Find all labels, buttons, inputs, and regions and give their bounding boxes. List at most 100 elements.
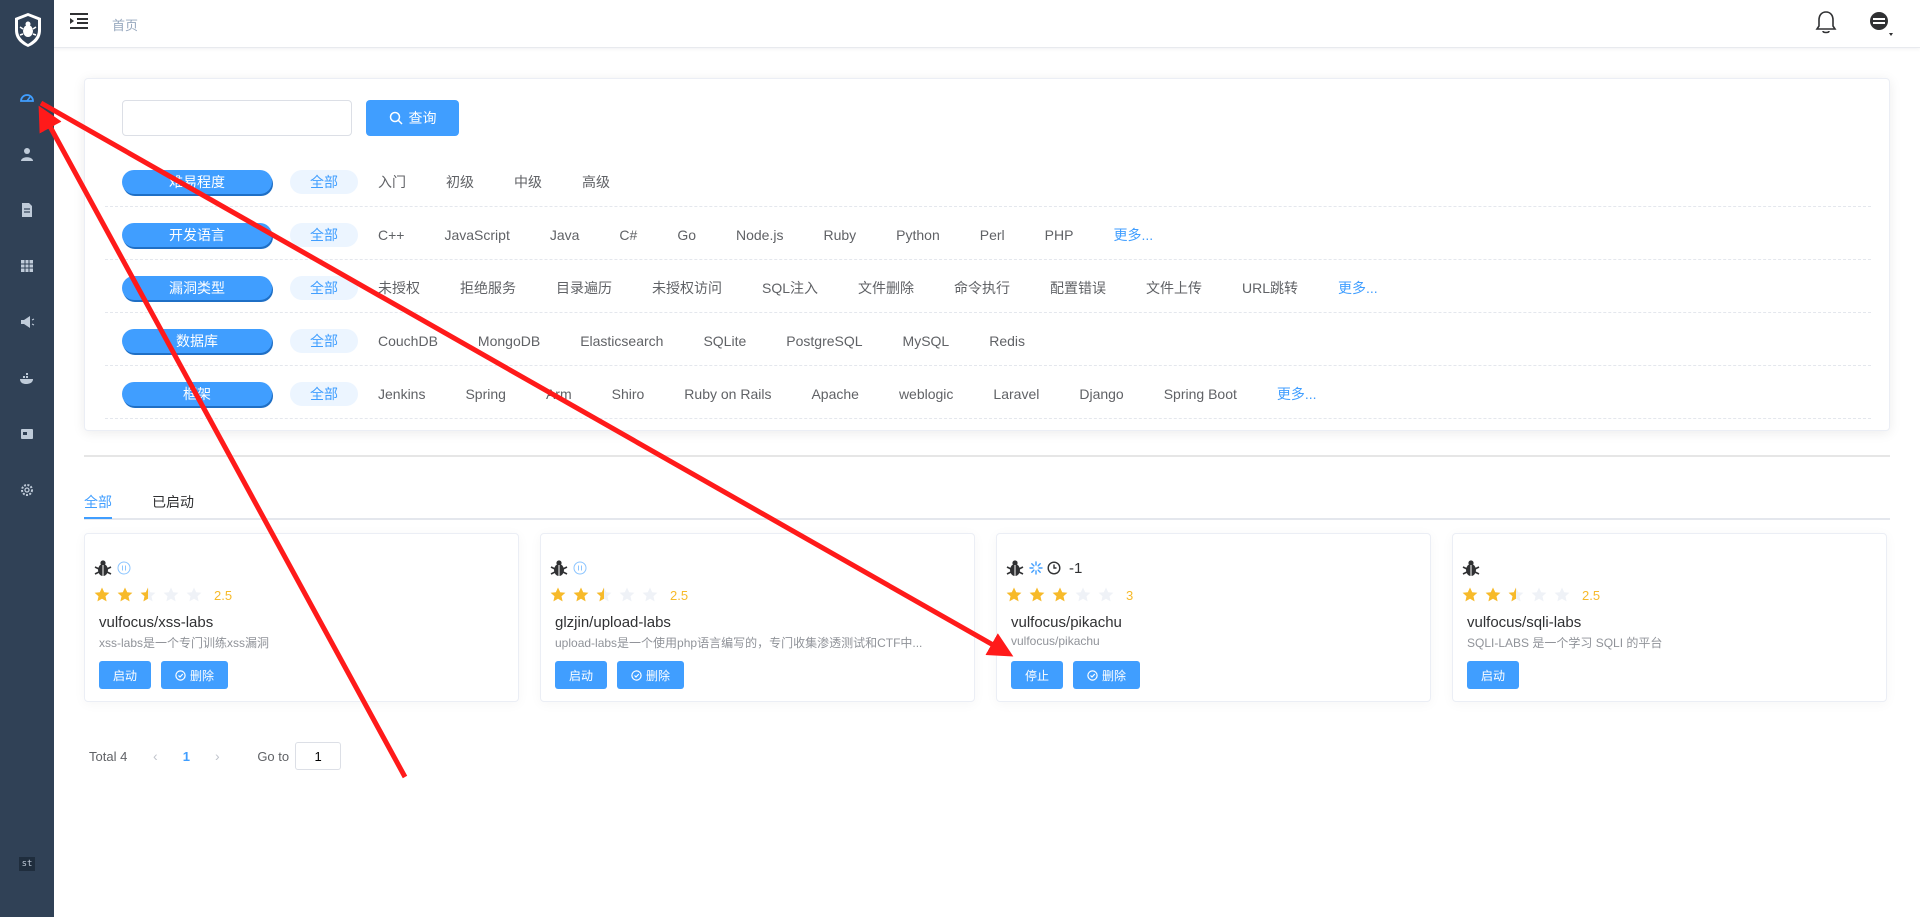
filter-option-all[interactable]: 全部 [290, 170, 358, 194]
dashboard-icon[interactable] [17, 88, 37, 108]
filter-option[interactable]: Django [1059, 382, 1143, 406]
user-icon[interactable] [17, 144, 37, 164]
filter-option[interactable]: Ruby on Rails [664, 382, 791, 406]
delete-icon [631, 669, 642, 681]
breadcrumb[interactable]: 首页 [112, 15, 138, 34]
filter-option-all[interactable]: 全部 [290, 329, 358, 353]
filter-option[interactable]: Node.js [716, 223, 803, 247]
filter-option[interactable]: Jenkins [358, 382, 445, 406]
filter-option[interactable]: Ruby [803, 223, 876, 247]
filter-option[interactable]: C++ [358, 223, 424, 247]
filter-option[interactable]: URL跳转 [1222, 276, 1318, 300]
docker-icon[interactable] [17, 368, 37, 388]
filter-option[interactable]: 文件上传 [1126, 276, 1222, 300]
page-number[interactable]: 1 [169, 749, 203, 764]
filter-option[interactable]: 高级 [562, 170, 630, 194]
filter-option[interactable]: 中级 [494, 170, 562, 194]
filter-option[interactable]: Shiro [592, 382, 665, 406]
search-icon [389, 111, 403, 125]
filter-option[interactable]: MongoDB [458, 329, 560, 353]
tab-started[interactable]: 已启动 [152, 492, 194, 512]
filter-row: 漏洞类型 全部 未授权 拒绝服务 目录遍历 未授权访问 SQL注入 文件删除 命令执行 配置错误文… [105, 260, 1871, 313]
filter-option[interactable]: PHP [1025, 223, 1094, 247]
button-label: 停止 [1025, 668, 1050, 683]
rating-star [1531, 587, 1547, 602]
filter-option[interactable]: MySQL [883, 329, 970, 353]
stop-button[interactable]: 停止 [1011, 661, 1064, 689]
rating-star [550, 587, 566, 602]
next-page-button[interactable]: › [203, 748, 231, 764]
card-actions: 启动 [1467, 661, 1520, 689]
logo-shield-icon[interactable] [13, 12, 43, 48]
filter-option[interactable]: SQLite [683, 329, 766, 353]
footer-badge[interactable]: st [19, 857, 35, 871]
avatar-icon[interactable] [1868, 10, 1894, 36]
card-icon[interactable] [17, 424, 37, 444]
filter-option[interactable]: JavaScript [424, 223, 529, 247]
rating-star [1029, 587, 1045, 602]
search-input[interactable] [122, 100, 352, 136]
rating: 2.5 [93, 586, 232, 604]
filter-option[interactable]: 目录遍历 [536, 276, 632, 300]
card-actions: 启动 删除 [99, 661, 229, 689]
delete-button[interactable]: 删除 [161, 661, 229, 689]
filter-option[interactable]: Redis [969, 329, 1045, 353]
start-button[interactable]: 启动 [555, 661, 608, 689]
filter-option[interactable]: 入门 [358, 170, 426, 194]
settings-icon[interactable] [17, 480, 37, 500]
filter-option-all[interactable]: 全部 [290, 276, 358, 300]
filter-option-all[interactable]: 全部 [290, 223, 358, 247]
megaphone-icon[interactable] [17, 312, 37, 332]
delete-button[interactable]: 删除 [617, 661, 685, 689]
filter-option[interactable]: CouchDB [358, 329, 458, 353]
start-button[interactable]: 启动 [99, 661, 152, 689]
document-icon[interactable] [17, 200, 37, 220]
rating-star [1462, 587, 1478, 602]
table-icon[interactable] [17, 256, 37, 276]
goto-page-input[interactable] [295, 742, 342, 770]
menu-toggle-icon[interactable] [70, 13, 88, 29]
filter-option[interactable]: PostgreSQL [766, 329, 882, 353]
card-description: vulfocus/pikachu [1011, 634, 1100, 648]
filter-option[interactable]: 未授权访问 [632, 276, 742, 300]
filter-option[interactable]: 文件删除 [838, 276, 934, 300]
clock-icon [1047, 561, 1061, 575]
filter-option[interactable]: Spring [445, 382, 525, 406]
filter-option[interactable]: 拒绝服务 [440, 276, 536, 300]
filter-option[interactable]: Spring Boot [1144, 382, 1257, 406]
filter-option[interactable]: Arm [526, 382, 592, 406]
filter-option[interactable]: Perl [960, 223, 1025, 247]
filter-option[interactable]: weblogic [879, 382, 973, 406]
filter-option[interactable]: SQL注入 [742, 276, 838, 300]
filter-more-link[interactable]: 更多... [1318, 276, 1398, 300]
tab-active-indicator [84, 517, 112, 519]
filter-option[interactable]: Go [657, 223, 716, 247]
rating-star [573, 587, 589, 602]
filter-option[interactable]: 命令执行 [934, 276, 1030, 300]
filter-option[interactable]: Apache [791, 382, 878, 406]
button-label: 删除 [1102, 668, 1127, 683]
tab-all[interactable]: 全部 [84, 492, 112, 512]
rating-score: 2.5 [1582, 587, 1601, 603]
filter-option[interactable]: C# [599, 223, 657, 247]
bell-icon[interactable] [1815, 10, 1837, 34]
filter-option[interactable]: 配置错误 [1030, 276, 1126, 300]
filter-option[interactable]: Elasticsearch [560, 329, 683, 353]
card-title: vulfocus/xss-labs [99, 614, 214, 631]
filter-option[interactable]: 未授权 [358, 276, 440, 300]
filter-option[interactable]: Java [530, 223, 600, 247]
filter-option-all[interactable]: 全部 [290, 382, 358, 406]
filter-option[interactable]: 初级 [426, 170, 494, 194]
filter-row-label: 漏洞类型 [122, 276, 272, 300]
delete-button[interactable]: 删除 [1073, 661, 1141, 689]
filter-more-link[interactable]: 更多... [1093, 223, 1173, 247]
filter-option[interactable]: Python [876, 223, 960, 247]
filter-options: 全部 未授权 拒绝服务 目录遍历 未授权访问 SQL注入 文件删除 命令执行 配置错误 文件上传 U… [290, 276, 1398, 300]
start-button[interactable]: 启动 [1467, 661, 1520, 689]
filter-option[interactable]: Laravel [973, 382, 1059, 406]
rating-star [186, 587, 202, 602]
filter-more-link[interactable]: 更多... [1257, 382, 1337, 406]
search-button[interactable]: 查询 [366, 100, 459, 136]
prev-page-button[interactable]: ‹ [141, 748, 169, 764]
tabs: 全部 已启动 [84, 488, 1890, 520]
